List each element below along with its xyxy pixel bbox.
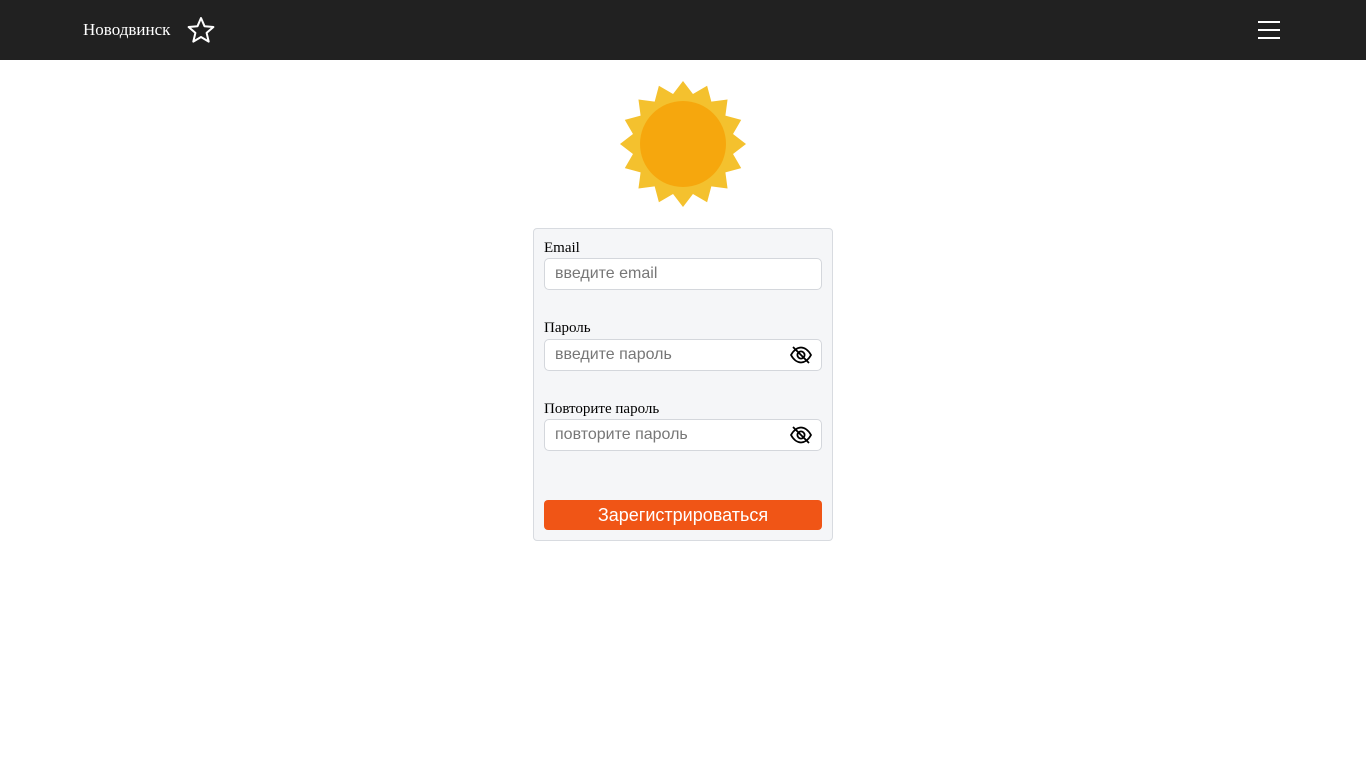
city-name[interactable]: Новодвинск <box>83 19 170 41</box>
password-repeat-field[interactable] <box>544 419 822 451</box>
sun-disc <box>640 101 726 187</box>
eye-off-icon[interactable] <box>789 425 813 445</box>
favorite-star-icon[interactable] <box>186 16 216 44</box>
top-navbar: Новодвинск <box>0 0 1366 60</box>
password-repeat-label: Повторите пароль <box>544 401 660 417</box>
email-field[interactable] <box>544 258 822 290</box>
email-label: Email <box>544 240 580 256</box>
password-field[interactable] <box>544 339 822 371</box>
sun-icon <box>618 80 748 208</box>
hamburger-menu-icon[interactable] <box>1256 18 1282 42</box>
register-button[interactable]: Зарегистрироваться <box>544 500 822 530</box>
registration-form: Email Пароль Повторите пароль Зарегистри… <box>533 228 833 541</box>
password-label: Пароль <box>544 320 591 336</box>
eye-off-icon[interactable] <box>789 345 813 365</box>
